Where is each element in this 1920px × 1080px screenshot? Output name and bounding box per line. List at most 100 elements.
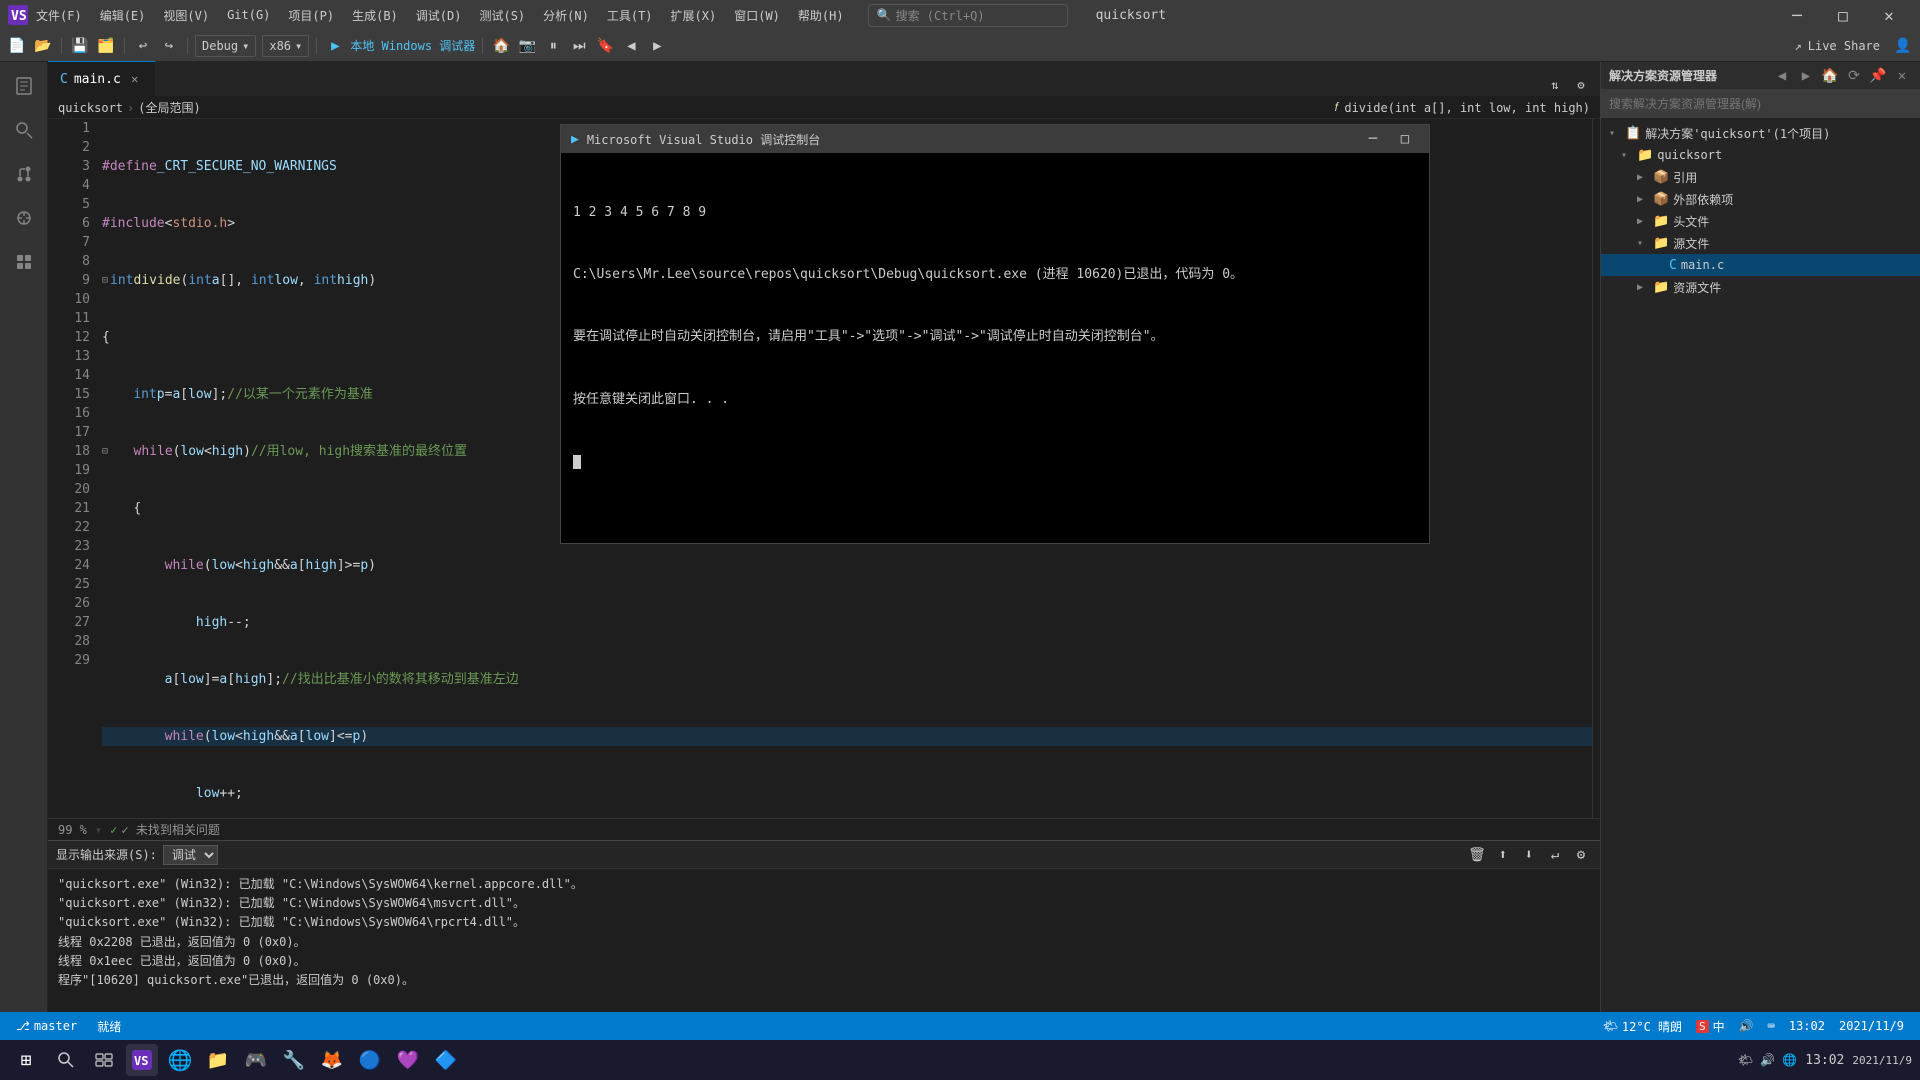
run-label[interactable]: 本地 Windows 调试器 [350, 37, 475, 54]
status-input-method[interactable]: S 中 [1690, 1018, 1731, 1035]
status-time[interactable]: 13:02 [1783, 1019, 1831, 1033]
output-source-select[interactable]: 调试 [163, 845, 218, 865]
debug-mode-dropdown[interactable]: Debug ▾ [195, 35, 256, 57]
save-button[interactable]: 💾 [69, 35, 91, 57]
se-nav-sync[interactable]: ⟳ [1844, 66, 1864, 86]
breadcrumb-func[interactable]: divide(int a[], int low, int high) [1344, 101, 1590, 115]
status-ready[interactable]: 就绪 [91, 1012, 127, 1040]
panel-settings-button[interactable]: ⚙ [1570, 844, 1592, 866]
status-temp[interactable]: 🌤 12°C 晴朗 [1597, 1018, 1688, 1035]
status-date[interactable]: 2021/11/9 [1833, 1019, 1910, 1033]
activity-debug[interactable] [4, 198, 44, 238]
taskbar-vs-icon[interactable]: VS [126, 1044, 158, 1076]
status-remote[interactable]: ⎇ master [10, 1012, 83, 1040]
tree-main-c[interactable]: C main.c [1601, 254, 1920, 276]
output-line-4: 线程 0x2208 已退出，返回值为 0 (0x0)。 [58, 933, 1590, 952]
maximize-button[interactable]: □ [1820, 0, 1866, 30]
step-over-button[interactable]: ⏭ [568, 35, 590, 57]
menu-debug[interactable]: 调试(D) [408, 5, 470, 26]
fold-icon-6[interactable]: ⊟ [102, 442, 108, 461]
panel-scroll-top-button[interactable]: ⬆ [1492, 844, 1514, 866]
run-button[interactable]: ▶ [324, 35, 346, 57]
se-pin-button[interactable]: 📌 [1868, 66, 1888, 86]
taskbar-app3-icon[interactable]: 🦊 [316, 1044, 348, 1076]
menu-extensions[interactable]: 扩展(X) [663, 5, 725, 26]
menu-edit[interactable]: 编辑(E) [92, 5, 154, 26]
open-button[interactable]: 📂 [32, 35, 54, 57]
menu-analyze[interactable]: 分析(N) [535, 5, 597, 26]
tree-sources[interactable]: ▾ 📁 源文件 [1601, 232, 1920, 254]
menu-build[interactable]: 生成(B) [344, 5, 406, 26]
line-num-2: 2 [52, 138, 90, 157]
undo-button[interactable]: ↩ [132, 35, 154, 57]
tree-project[interactable]: ▾ 📁 quicksort [1601, 144, 1920, 166]
console-minimize-button[interactable]: ─ [1359, 129, 1387, 149]
activity-extensions[interactable] [4, 242, 44, 282]
se-nav-forward[interactable]: ▶ [1796, 66, 1816, 86]
editor-settings-button[interactable]: ⚙ [1570, 74, 1592, 96]
redo-button[interactable]: ↪ [158, 35, 180, 57]
explorer-search-input[interactable] [1609, 97, 1912, 111]
tree-resources[interactable]: ▶ 📁 资源文件 [1601, 276, 1920, 298]
profile-button[interactable]: 👤 [1892, 35, 1914, 57]
task-view-button[interactable] [88, 1044, 120, 1076]
status-keyboard[interactable]: ⌨ [1762, 1019, 1781, 1033]
activity-git[interactable] [4, 154, 44, 194]
menu-tools[interactable]: 工具(T) [599, 5, 661, 26]
activity-search[interactable] [4, 110, 44, 150]
taskbar-app5-icon[interactable]: 🔷 [430, 1044, 462, 1076]
taskbar-app4-icon[interactable]: 💜 [392, 1044, 424, 1076]
tree-headers[interactable]: ▶ 📁 头文件 [1601, 210, 1920, 232]
zoom-dropdown[interactable]: ▾ [95, 823, 102, 837]
screenshot-button[interactable]: 📷 [516, 35, 538, 57]
panel-wrap-button[interactable]: ↵ [1544, 844, 1566, 866]
menu-project[interactable]: 项目(P) [280, 5, 342, 26]
bookmark-button[interactable]: 🔖 [594, 35, 616, 57]
menu-git[interactable]: Git(G) [219, 6, 278, 24]
activity-explorer[interactable] [4, 66, 44, 106]
new-project-button[interactable]: 📄 [6, 35, 28, 57]
taskbar-edge-icon[interactable]: 🌐 [164, 1044, 196, 1076]
prev-bookmark-button[interactable]: ◀ [620, 35, 642, 57]
breakpoint-button[interactable]: ⏸ [542, 35, 564, 57]
fold-icon-3[interactable]: ⊟ [102, 271, 108, 290]
taskbar-files-icon[interactable]: 📁 [202, 1044, 234, 1076]
tree-external-deps[interactable]: ▶ 📦 外部依赖项 [1601, 188, 1920, 210]
next-bookmark-button[interactable]: ▶ [646, 35, 668, 57]
taskbar-app1-icon[interactable]: 🎮 [240, 1044, 272, 1076]
zoom-level[interactable]: 99 % [58, 823, 87, 837]
save-all-button[interactable]: 🗂️ [95, 35, 117, 57]
search-box[interactable]: 🔍 搜索 (Ctrl+Q) [868, 4, 1068, 27]
status-volume[interactable]: 🔊 [1733, 1019, 1760, 1033]
tree-solution[interactable]: ▾ 📋 解决方案'quicksort'(1个项目) [1601, 122, 1920, 144]
breadcrumb-project[interactable]: quicksort [58, 101, 123, 115]
panel-clear-button[interactable]: 🗑 [1466, 844, 1488, 866]
arch-dropdown[interactable]: x86 ▾ [262, 35, 309, 57]
menu-window[interactable]: 窗口(W) [726, 5, 788, 26]
se-nav-back[interactable]: ◀ [1772, 66, 1792, 86]
breadcrumb-file[interactable]: (全局范围) [138, 99, 200, 116]
menu-help[interactable]: 帮助(H) [790, 5, 852, 26]
tab-close-button[interactable]: ✕ [127, 72, 143, 86]
menu-file[interactable]: 文件(F) [28, 5, 90, 26]
taskbar-app2-icon[interactable]: 🔧 [278, 1044, 310, 1076]
panel-scroll-bottom-button[interactable]: ⬇ [1518, 844, 1540, 866]
split-editor-button[interactable]: ⇅ [1544, 74, 1566, 96]
line-num-23: 23 [52, 537, 90, 556]
close-button[interactable]: ✕ [1866, 0, 1912, 30]
search-taskbar-button[interactable] [50, 1044, 82, 1076]
se-nav-home[interactable]: 🏠 [1820, 66, 1840, 86]
panel-content[interactable]: "quicksort.exe" (Win32): 已加载 "C:\Windows… [48, 869, 1600, 1018]
start-page-button[interactable]: 🏠 [490, 35, 512, 57]
live-share-button[interactable]: ↗ Live Share [1787, 37, 1888, 55]
explorer-search[interactable] [1601, 90, 1920, 118]
se-close-button[interactable]: ✕ [1892, 66, 1912, 86]
console-maximize-button[interactable]: □ [1391, 129, 1419, 149]
taskbar-chrome-icon[interactable]: 🔵 [354, 1044, 386, 1076]
start-button[interactable]: ⊞ [8, 1042, 44, 1078]
menu-test[interactable]: 测试(S) [471, 5, 533, 26]
minimize-button[interactable]: ─ [1774, 0, 1820, 30]
tab-main-c[interactable]: C main.c ✕ [48, 61, 156, 96]
tree-references[interactable]: ▶ 📦 引用 [1601, 166, 1920, 188]
menu-view[interactable]: 视图(V) [155, 5, 217, 26]
